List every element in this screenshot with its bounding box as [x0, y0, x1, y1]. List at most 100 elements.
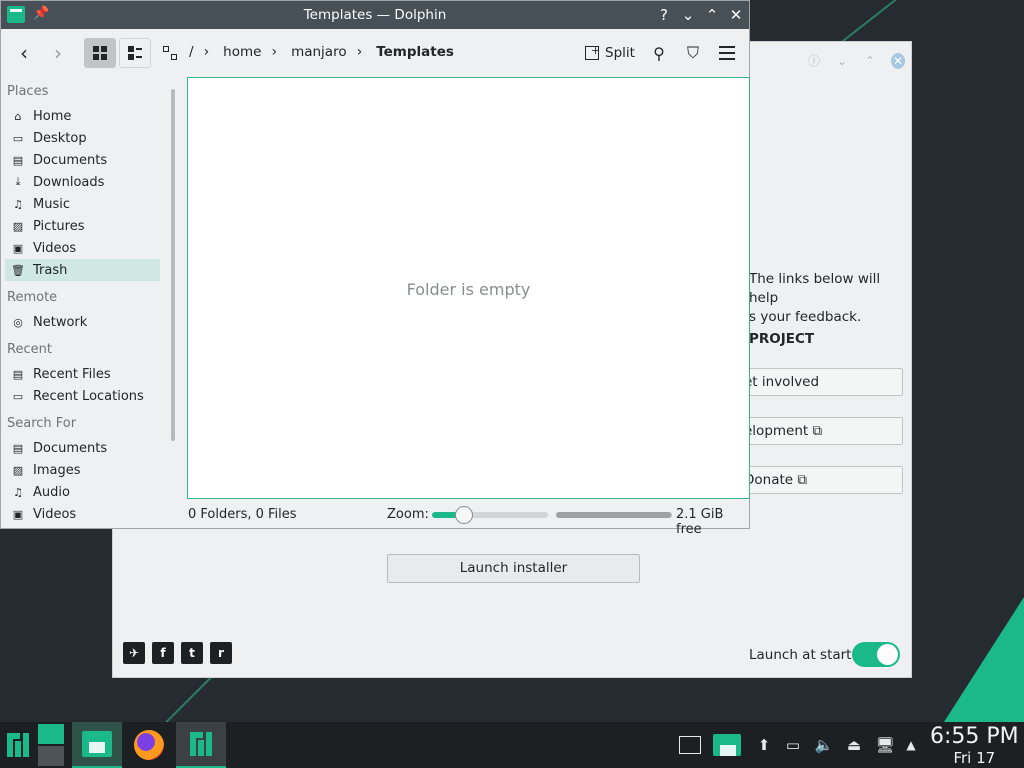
places-item-label: Music: [33, 196, 70, 212]
places-item-recent-locations[interactable]: ▭ Recent Locations: [5, 385, 160, 407]
places-section-header: Remote: [7, 290, 58, 305]
desktop-1[interactable]: [38, 724, 64, 744]
documents-icon: ▤: [12, 153, 24, 167]
forward-button[interactable]: ›: [47, 38, 69, 68]
hamburger-menu-button[interactable]: [714, 38, 740, 68]
desktop-2[interactable]: [38, 746, 64, 766]
zoom-slider-handle[interactable]: [455, 506, 474, 524]
places-item-images[interactable]: ▨ Images: [5, 459, 160, 481]
usb-device-icon[interactable]: ⏏: [842, 722, 866, 768]
details-view-button[interactable]: [119, 38, 151, 68]
free-space: 2.1 GiB free: [676, 507, 724, 537]
tray-dolphin[interactable]: [710, 722, 744, 768]
places-item-documents[interactable]: ▤ Documents: [5, 149, 160, 171]
launch-at-start-toggle[interactable]: [852, 642, 900, 667]
places-item-home[interactable]: ⌂ Home: [5, 105, 160, 127]
info-icon[interactable]: ⓘ: [807, 52, 821, 69]
close-icon[interactable]: ✕: [891, 52, 905, 69]
breadcrumb: / › home › manjaro › Templates: [189, 44, 464, 60]
chevron-right-icon: ›: [203, 44, 210, 60]
manjaro-logo-icon: [190, 732, 212, 756]
breadcrumb-templates[interactable]: Templates: [376, 44, 454, 60]
volume-icon[interactable]: 🔈: [812, 722, 836, 768]
network-icon: ◎: [13, 315, 23, 329]
places-item-trash[interactable]: 🗑 Trash: [5, 259, 160, 281]
virtual-desktop-pager[interactable]: [36, 722, 66, 768]
icons-view-icon: [93, 46, 107, 60]
icons-view-button[interactable]: [84, 38, 116, 68]
tray-expand-icon[interactable]: ▲: [902, 722, 920, 768]
home-icon: ⌂: [14, 109, 22, 123]
maximize-icon[interactable]: ⌃: [705, 5, 719, 25]
places-section-header: Recent: [7, 342, 52, 357]
breadcrumb-home[interactable]: home: [223, 44, 261, 60]
terminal-icon[interactable]: ▭: [780, 722, 806, 768]
places-item-label: Documents: [33, 440, 108, 456]
places-scrollbar[interactable]: [171, 89, 175, 441]
breadcrumb-manjaro[interactable]: manjaro: [291, 44, 347, 60]
taskbar-firefox[interactable]: [126, 722, 172, 768]
filter-button[interactable]: ⛉: [681, 38, 705, 68]
split-button[interactable]: Split: [581, 38, 639, 68]
places-section-header: Places: [7, 84, 49, 99]
facebook-icon[interactable]: f: [152, 642, 174, 664]
desktop-decoration-triangle: [944, 597, 1024, 722]
videos-icon: ▣: [12, 241, 24, 255]
status-bar: 0 Folders, 0 Files Zoom: 2.1 GiB free: [1, 501, 749, 537]
reddit-icon[interactable]: r: [210, 642, 232, 664]
help-icon[interactable]: ?: [657, 5, 671, 25]
maximize-icon[interactable]: ⌃: [863, 54, 877, 68]
places-panel: Places ⌂ Home ▭ Desktop ▤ Documents ⤓ Downloads ♫…: [1, 78, 163, 528]
close-icon[interactable]: ✕: [729, 5, 743, 25]
zoom-slider[interactable]: [432, 506, 548, 524]
clock[interactable]: 6:55 PM Fri 17: [930, 724, 1019, 766]
places-item-videos[interactable]: ▣ Videos: [5, 237, 160, 259]
manjaro-logo-icon: [7, 733, 29, 757]
back-button[interactable]: ‹: [13, 38, 35, 68]
places-item-documents[interactable]: ▤ Documents: [5, 437, 160, 459]
desktop-icon: ▭: [12, 131, 24, 145]
recent-locations-icon: ▭: [12, 389, 24, 403]
minimize-icon[interactable]: ⌄: [835, 54, 849, 68]
launch-installer-button[interactable]: Launch installer: [387, 554, 640, 583]
network-icon[interactable]: 🖥: [872, 722, 898, 768]
places-item-audio[interactable]: ♫ Audio: [5, 481, 160, 503]
chevron-right-icon: ›: [271, 44, 278, 60]
recent-files-icon: ▤: [12, 367, 24, 381]
split-label: Split: [605, 45, 635, 61]
taskbar-manjaro-hello[interactable]: [176, 722, 226, 768]
tree-view-icon: [163, 46, 177, 60]
details-view-icon: [128, 46, 142, 60]
file-view[interactable]: Folder is empty: [187, 77, 750, 499]
disk-space-fill: [556, 512, 671, 518]
places-item-desktop[interactable]: ▭ Desktop: [5, 127, 160, 149]
places-item-recent-files[interactable]: ▤ Recent Files: [5, 363, 160, 385]
taskbar-dolphin[interactable]: [72, 722, 122, 768]
telegram-icon[interactable]: ✈: [123, 642, 145, 664]
search-button[interactable]: ⚲: [647, 38, 671, 68]
chevron-right-icon: ›: [356, 44, 363, 60]
places-item-network[interactable]: ◎ Network: [5, 311, 160, 333]
show-desktop-button[interactable]: [676, 722, 704, 768]
places-item-downloads[interactable]: ⤓ Downloads: [5, 171, 160, 193]
application-launcher[interactable]: [4, 722, 32, 768]
updates-icon[interactable]: ⬆: [752, 722, 776, 768]
twitter-icon[interactable]: t: [181, 642, 203, 664]
filter-icon: ⛉: [686, 43, 699, 62]
taskbar: ⬆ ▭ 🔈 ⏏ 🖥 ▲ 6:55 PM Fri 17: [0, 722, 1024, 768]
clock-date: Fri 17: [953, 749, 996, 767]
places-item-label: Recent Locations: [33, 388, 144, 404]
dolphin-folder-icon: [82, 731, 112, 757]
places-item-label: Documents: [33, 152, 108, 168]
trash-icon: 🗑: [11, 263, 25, 277]
folder-icon: [713, 734, 741, 756]
show-desktop-icon: [679, 736, 701, 754]
minimize-icon[interactable]: ⌄: [681, 5, 695, 25]
places-item-music[interactable]: ♫ Music: [5, 193, 160, 215]
title-bar[interactable]: 📌 Templates — Dolphin ? ⌄ ⌃ ✕: [1, 1, 749, 29]
images-icon: ▨: [12, 463, 24, 477]
places-item-pictures[interactable]: ▨ Pictures: [5, 215, 160, 237]
disk-space-bar: [556, 512, 672, 518]
tree-view-button[interactable]: [159, 38, 181, 68]
breadcrumb-root[interactable]: /: [189, 44, 194, 60]
